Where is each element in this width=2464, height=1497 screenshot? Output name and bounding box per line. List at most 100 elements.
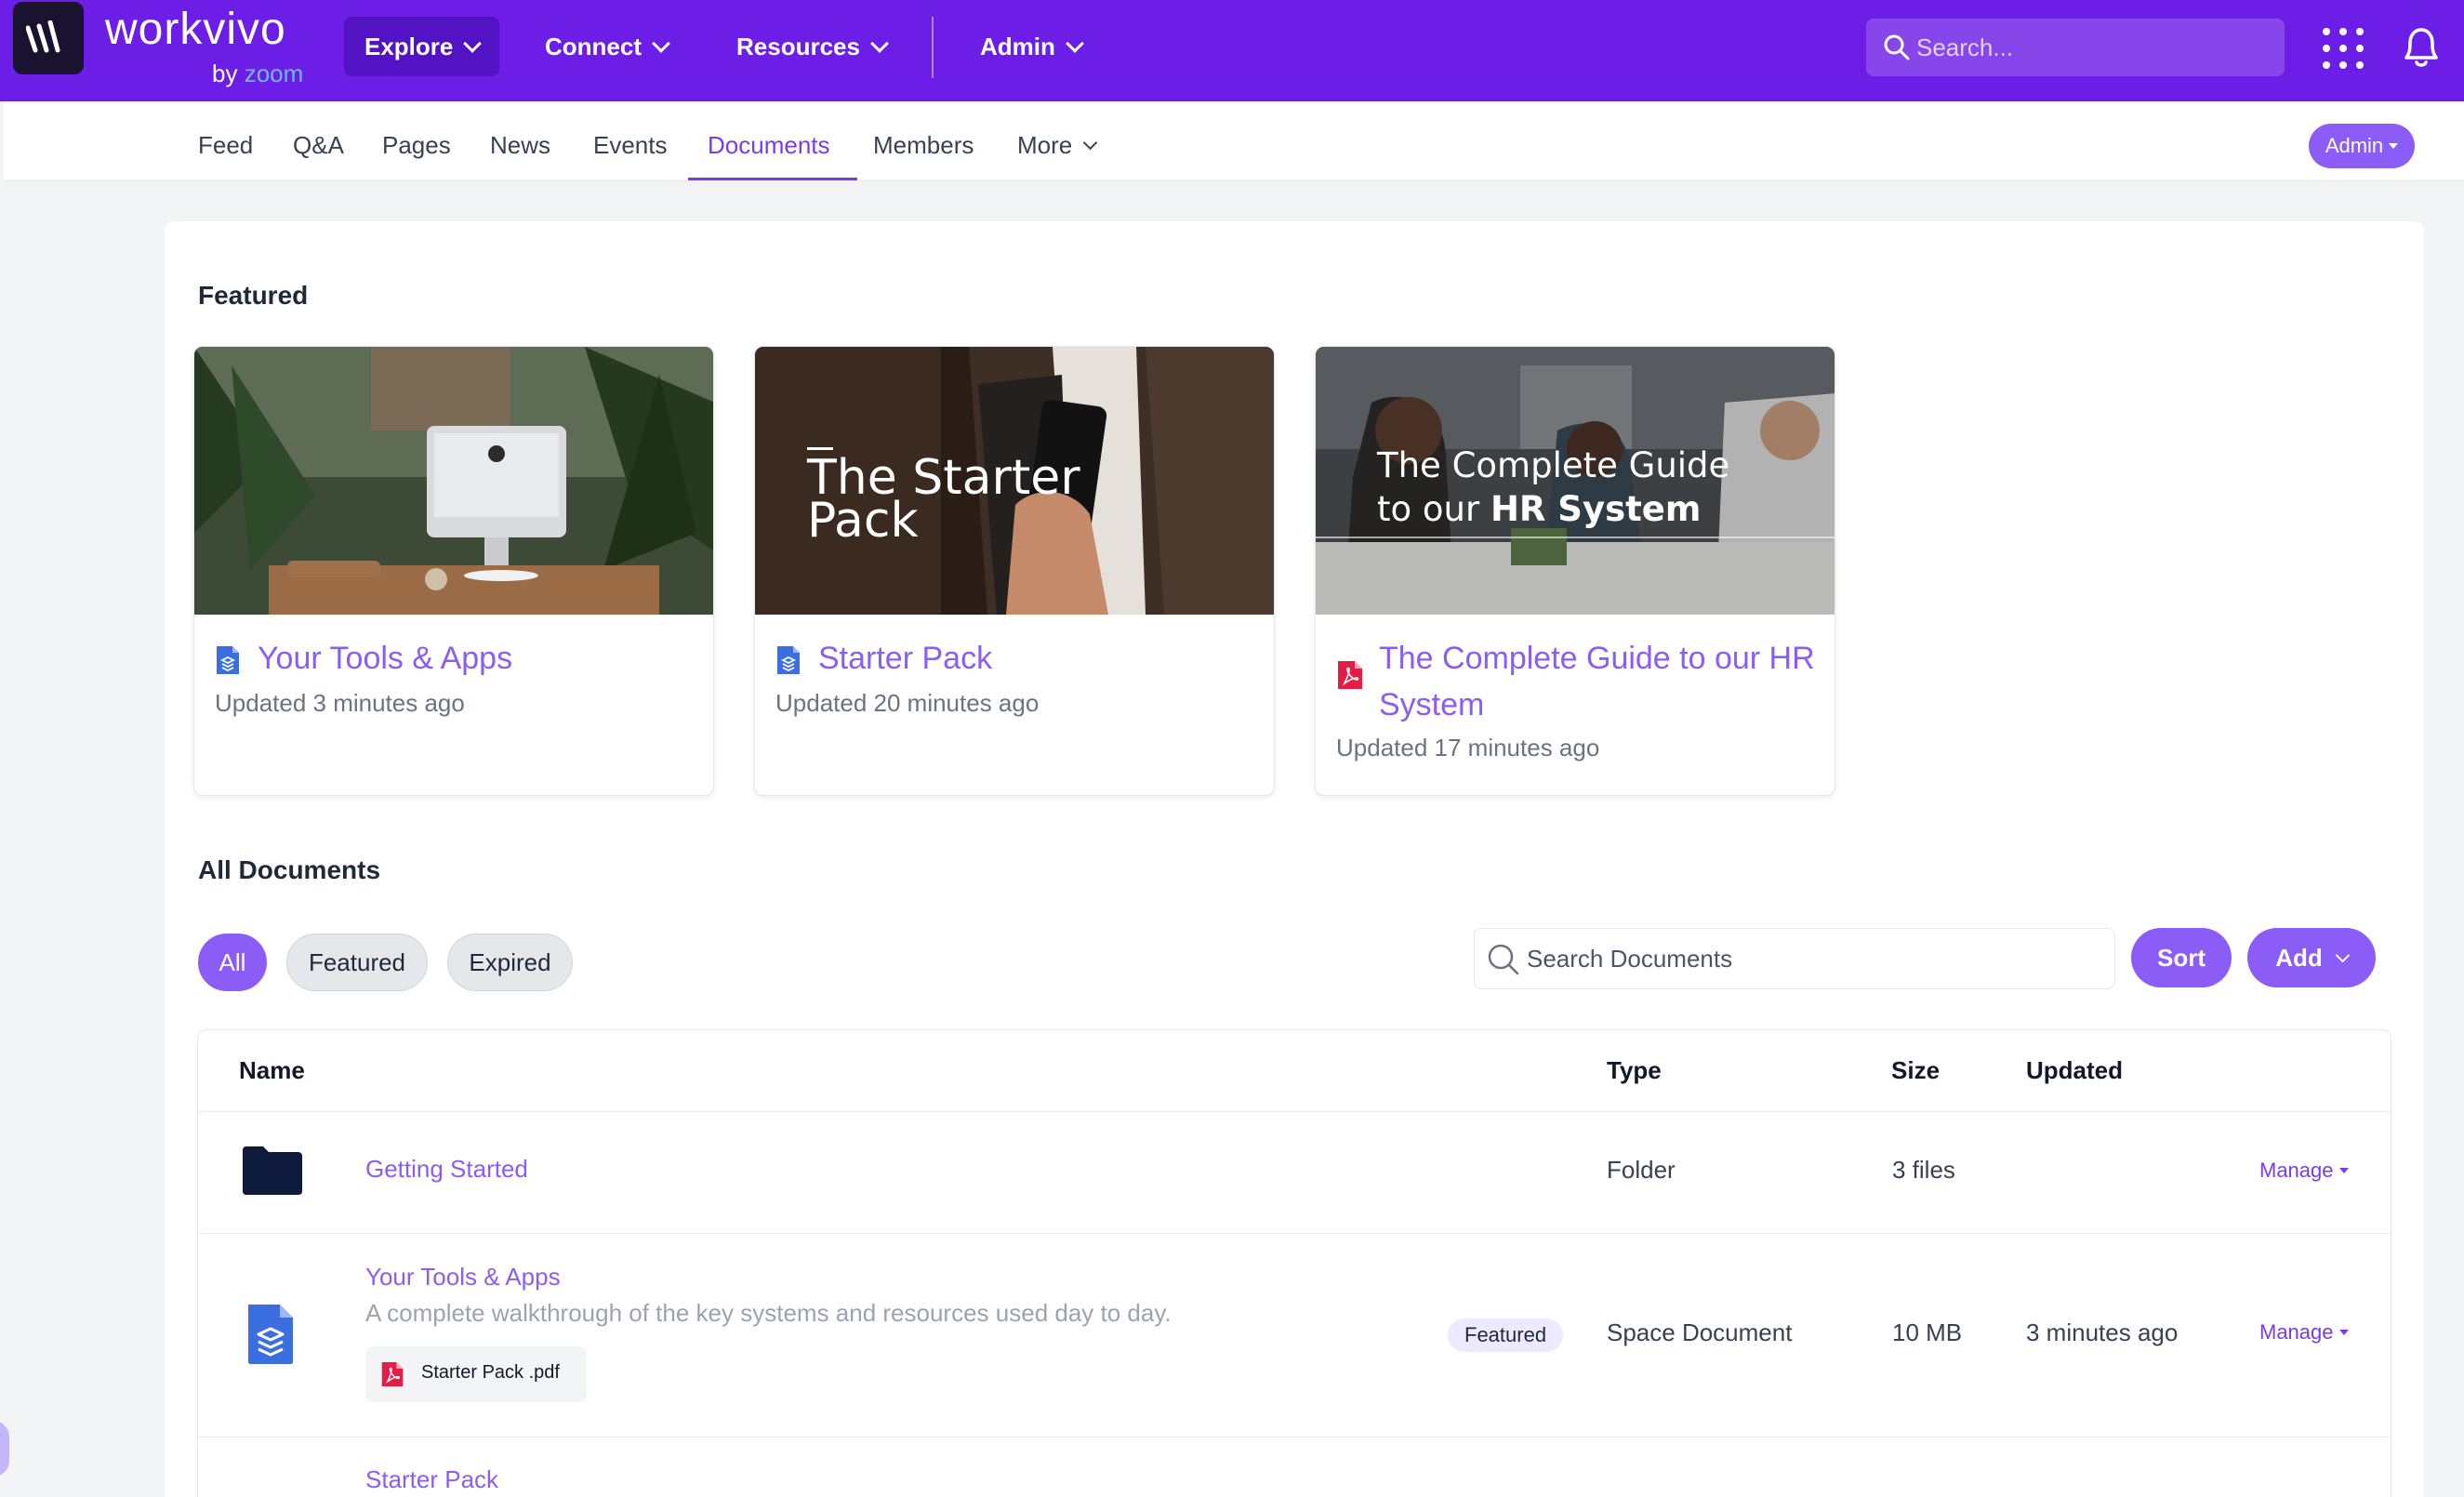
chevron-down-icon bbox=[870, 34, 889, 53]
document-type: Space Document bbox=[1607, 1318, 1793, 1346]
tab-qa[interactable]: Q&A bbox=[293, 131, 344, 160]
document-name-link[interactable]: Getting Started bbox=[365, 1155, 528, 1184]
nav-explore-label: Explore bbox=[364, 32, 454, 60]
chevron-down-icon bbox=[2335, 947, 2351, 962]
document-search[interactable] bbox=[1474, 928, 2115, 989]
caption-line-2-prefix: to our bbox=[1377, 489, 1490, 529]
document-name-link[interactable]: Starter Pack bbox=[365, 1465, 498, 1494]
all-documents-heading: All Documents bbox=[198, 855, 381, 884]
document-description: A complete walkthrough of the key system… bbox=[365, 1299, 1172, 1327]
chevron-down-icon bbox=[463, 34, 483, 53]
add-button[interactable]: Add bbox=[2247, 928, 2376, 987]
brand-by: by bbox=[212, 60, 238, 87]
tab-members[interactable]: Members bbox=[873, 131, 974, 160]
filter-all[interactable]: All bbox=[198, 934, 267, 991]
workvivo-logo-icon[interactable] bbox=[13, 2, 84, 74]
tab-more[interactable]: More bbox=[1017, 131, 1098, 160]
row-divider bbox=[198, 1233, 2391, 1234]
space-subnav: Feed Q&A Pages News Events Documents Mem… bbox=[4, 101, 2464, 181]
column-header-size[interactable]: Size bbox=[1891, 1056, 1940, 1085]
nav-resources-label: Resources bbox=[736, 32, 860, 60]
attachment-chip[interactable]: Starter Pack .pdf bbox=[365, 1346, 587, 1402]
card-image-office-desk bbox=[194, 347, 713, 615]
global-search[interactable] bbox=[1866, 19, 2285, 76]
brand-sub: by zoom bbox=[212, 61, 303, 86]
document-icon bbox=[217, 646, 239, 674]
chevron-down-icon bbox=[1065, 34, 1084, 53]
admin-dropdown-button[interactable]: Admin bbox=[2309, 124, 2415, 168]
document-size: 10 MB bbox=[1892, 1318, 1963, 1346]
document-search-input[interactable] bbox=[1527, 940, 2085, 977]
nav-divider bbox=[932, 17, 934, 78]
caret-down-icon bbox=[2338, 1168, 2349, 1173]
column-header-updated[interactable]: Updated bbox=[2026, 1056, 2123, 1085]
floating-help-button[interactable] bbox=[0, 1421, 9, 1477]
top-header: workvivo by zoom Explore Connect Resourc… bbox=[0, 0, 2464, 101]
nav-connect[interactable]: Connect bbox=[524, 17, 688, 76]
documents-table: Name Type Size Updated Getting Started F… bbox=[197, 1029, 2391, 1497]
nav-admin[interactable]: Admin bbox=[960, 17, 1102, 76]
image-text-rule bbox=[1316, 537, 1835, 538]
caption-line-2-bold: HR System bbox=[1490, 489, 1702, 529]
document-type: Folder bbox=[1607, 1156, 1676, 1184]
caption-line-1: The Complete Guide bbox=[1377, 445, 1730, 485]
card-title[interactable]: Your Tools & Apps bbox=[258, 635, 695, 682]
add-button-label: Add bbox=[2275, 943, 2323, 972]
manage-dropdown[interactable]: Manage bbox=[2259, 1320, 2349, 1345]
column-header-type[interactable]: Type bbox=[1607, 1056, 1662, 1085]
nav-admin-label: Admin bbox=[980, 32, 1055, 60]
caption-line-2: to our HR System bbox=[1377, 487, 1729, 531]
card-updated: Updated 17 minutes ago bbox=[1336, 734, 1600, 762]
filter-expired[interactable]: Expired bbox=[447, 934, 573, 991]
tab-more-label: More bbox=[1017, 131, 1073, 159]
document-icon bbox=[248, 1305, 293, 1364]
nav-resources[interactable]: Resources bbox=[716, 17, 907, 76]
chevron-down-icon bbox=[1082, 135, 1098, 151]
caret-down-icon bbox=[2389, 143, 2399, 149]
document-name-link[interactable]: Your Tools & Apps bbox=[365, 1263, 561, 1292]
brand-by-name: zoom bbox=[244, 60, 304, 87]
sort-button[interactable]: Sort bbox=[2131, 928, 2232, 987]
active-tab-indicator bbox=[688, 178, 857, 180]
notifications-bell-icon[interactable] bbox=[2399, 24, 2444, 71]
column-header-name[interactable]: Name bbox=[239, 1056, 305, 1085]
pdf-icon bbox=[381, 1362, 404, 1386]
card-title[interactable]: Starter Pack bbox=[818, 635, 1255, 682]
document-icon bbox=[777, 646, 800, 674]
folder-icon bbox=[243, 1146, 302, 1195]
filter-featured[interactable]: Featured bbox=[286, 934, 428, 991]
attachment-name: Starter Pack .pdf bbox=[421, 1362, 560, 1383]
pdf-icon bbox=[1338, 661, 1362, 689]
apps-grid-icon[interactable] bbox=[2323, 28, 2364, 69]
card-title[interactable]: The Complete Guide to our HR System bbox=[1379, 635, 1816, 728]
card-image-caption: The Starter Pack bbox=[807, 454, 1080, 545]
search-icon bbox=[1884, 34, 1910, 60]
chevron-down-icon bbox=[652, 34, 670, 53]
header-divider bbox=[198, 1111, 2391, 1112]
featured-card-tools-apps[interactable]: Your Tools & Apps Updated 3 minutes ago bbox=[193, 346, 714, 796]
card-updated: Updated 3 minutes ago bbox=[215, 689, 465, 717]
featured-card-hr-guide[interactable]: The Complete Guide to our HR System The … bbox=[1315, 346, 1835, 796]
document-size: 3 files bbox=[1892, 1156, 1955, 1184]
tab-feed[interactable]: Feed bbox=[198, 131, 253, 160]
card-image-caption: The Complete Guide to our HR System bbox=[1377, 444, 1729, 531]
tab-pages[interactable]: Pages bbox=[382, 131, 451, 160]
caret-down-icon bbox=[2338, 1330, 2349, 1335]
document-updated: 3 minutes ago bbox=[2026, 1318, 2179, 1346]
tab-events[interactable]: Events bbox=[593, 131, 668, 160]
brand-name: workvivo bbox=[105, 5, 286, 54]
nav-connect-label: Connect bbox=[545, 32, 642, 60]
card-updated: Updated 20 minutes ago bbox=[775, 689, 1040, 717]
search-icon bbox=[1488, 944, 1519, 975]
manage-dropdown[interactable]: Manage bbox=[2259, 1159, 2349, 1183]
featured-badge: Featured bbox=[1448, 1318, 1564, 1352]
manage-label: Manage bbox=[2259, 1320, 2334, 1344]
nav-explore[interactable]: Explore bbox=[344, 17, 500, 76]
featured-card-starter-pack[interactable]: The Starter Pack Starter Pack Updated 20… bbox=[754, 346, 1275, 796]
featured-heading: Featured bbox=[198, 281, 309, 310]
global-search-input[interactable] bbox=[1916, 28, 2270, 67]
admin-dropdown-label: Admin bbox=[2325, 134, 2384, 157]
tab-news[interactable]: News bbox=[490, 131, 550, 160]
tab-documents[interactable]: Documents bbox=[708, 131, 830, 160]
manage-label: Manage bbox=[2259, 1159, 2334, 1182]
